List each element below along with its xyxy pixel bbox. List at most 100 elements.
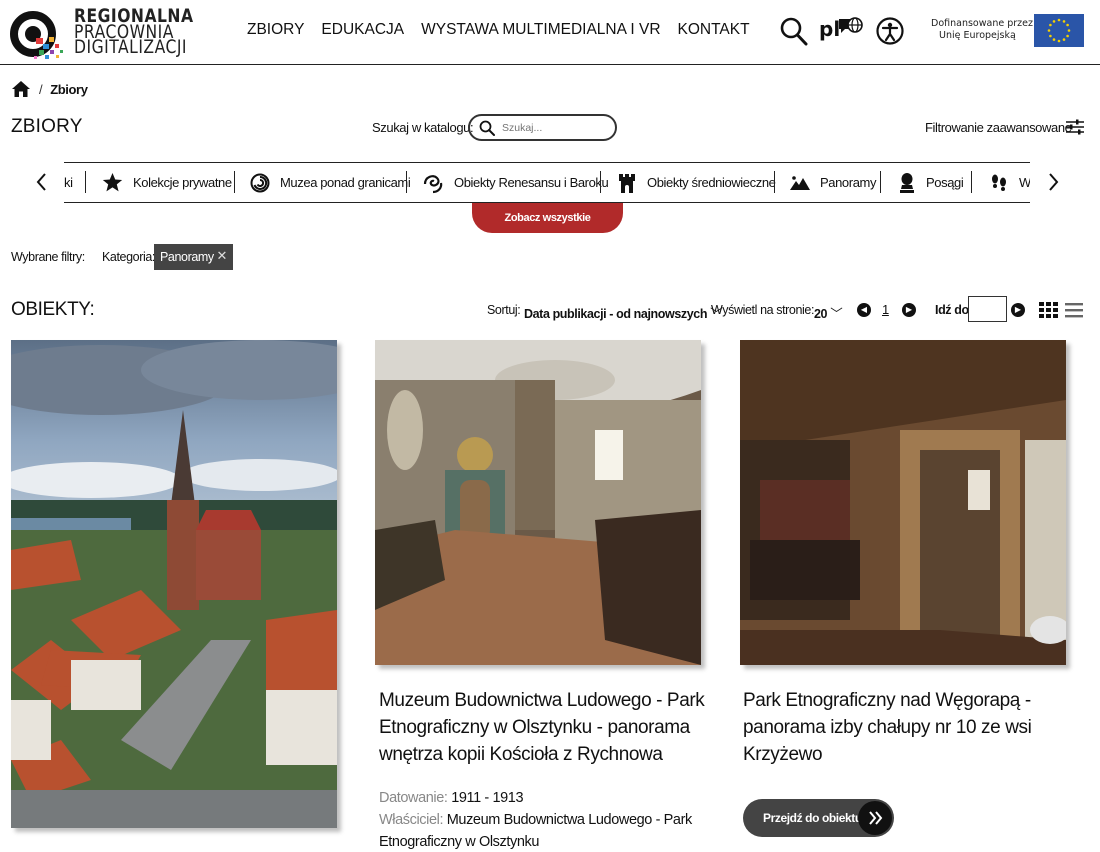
landscape-icon — [790, 175, 810, 190]
category-divider — [85, 171, 86, 193]
goto-label: Idź do — [935, 303, 969, 317]
goto-page-input[interactable] — [968, 296, 1007, 322]
meta-dating-value: 1911 - 1913 — [451, 790, 524, 806]
meta-dating: Datowanie: 1911 - 1913 — [379, 787, 709, 809]
breadcrumb: / Zbiory — [11, 80, 88, 98]
footprints-icon — [992, 174, 1006, 191]
selected-filters-label: Wybrane filtry: — [11, 250, 85, 264]
go-to-object-label: Przejdź do obiektu — [763, 811, 862, 825]
nav-item-zbiory[interactable]: ZBIORY — [247, 21, 304, 39]
carousel-prev-icon[interactable] — [32, 170, 52, 194]
category-item-sredniowieczne[interactable]: Obiekty średniowieczne — [617, 163, 776, 202]
card-title[interactable]: Muzeum Budownictwa Ludowego - Park Etnog… — [379, 687, 709, 768]
per-page-select[interactable]: 20 ﹀ — [814, 303, 843, 322]
spiral-icon — [250, 173, 270, 192]
main-nav: ZBIORY EDUKACJA WYSTAWA MULTIMEDIALNA I … — [247, 21, 750, 39]
current-page[interactable]: 1 — [882, 302, 889, 317]
globe-chat-icon[interactable] — [837, 15, 863, 41]
site-logo[interactable]: REGIONALNA PRACOWNIA DIGITALIZACJI — [10, 7, 193, 60]
filter-chip-label: Panoramy — [160, 250, 214, 264]
swirl-icon — [423, 174, 443, 193]
category-label: Posągi — [926, 175, 964, 190]
card-title[interactable]: Park Etnograficzny nad Węgorapą - panora… — [743, 687, 1033, 768]
category-item-posagi[interactable]: Posągi — [898, 163, 964, 202]
next-page-icon[interactable]: ▶ — [902, 303, 916, 317]
site-header: REGIONALNA PRACOWNIA DIGITALIZACJI ZBIOR… — [0, 0, 1100, 65]
hut-interior-image — [740, 340, 1066, 665]
search-icon[interactable] — [780, 16, 808, 46]
category-divider — [774, 171, 775, 193]
category-label: Obiekty Renesansu i Baroku — [454, 175, 609, 190]
category-divider — [406, 171, 407, 193]
meta-dating-label: Datowanie: — [379, 790, 448, 806]
card-meta: Datowanie: 1911 - 1913 Właściciel: Muzeu… — [379, 787, 709, 852]
filter-category-label: Kategoria: — [102, 250, 155, 264]
catalog-search[interactable] — [468, 114, 617, 141]
nav-item-kontakt[interactable]: KONTAKT — [678, 21, 750, 39]
remove-filter-icon[interactable]: ✕ — [217, 248, 228, 264]
see-all-button[interactable]: Zobacz wszystkie — [472, 203, 623, 233]
category-label: Panoramy — [820, 175, 877, 190]
per-page-label: Wyświetl na stronie: — [711, 303, 815, 317]
object-image-church-interior[interactable] — [375, 340, 701, 665]
logo-text: REGIONALNA PRACOWNIA DIGITALIZACJI — [74, 7, 194, 58]
goto-page-icon[interactable]: ▶ — [1011, 303, 1025, 317]
prev-page-icon[interactable]: ◀ — [857, 303, 871, 317]
per-page-value: 20 — [814, 307, 828, 321]
search-label: Szukaj w katalogu: — [372, 120, 474, 135]
meta-owner: Właściciel: Muzeum Budownictwa Ludowego … — [379, 809, 709, 852]
page-title: ZBIORY — [11, 116, 83, 137]
category-item-partial-left[interactable]: ki — [64, 163, 73, 202]
object-image-town[interactable] — [11, 340, 337, 828]
list-view-icon[interactable] — [1065, 302, 1083, 318]
category-item-renesans-barok[interactable]: Obiekty Renesansu i Baroku — [422, 163, 609, 202]
object-image-hut-interior[interactable] — [740, 340, 1066, 665]
church-interior-image — [375, 340, 701, 665]
category-carousel: ki Kolekcje prywatne Muzea ponad granica… — [64, 162, 1030, 203]
category-divider — [600, 171, 601, 193]
go-to-object-button[interactable]: Przejdź do obiektu — [743, 799, 894, 837]
breadcrumb-current[interactable]: Zbiory — [50, 82, 88, 97]
category-label: Muzea ponad granicami — [280, 175, 411, 190]
eu-line-1: Dofinansowane przez — [931, 18, 1033, 29]
category-label: Wi — [1019, 175, 1030, 190]
advanced-filter-link[interactable]: Filtrowanie zaawansowane — [925, 120, 1072, 135]
filter-chip: Panoramy ✕ — [154, 244, 233, 270]
category-item-kolekcje-prywatne[interactable]: Kolekcje prywatne — [102, 163, 232, 202]
category-item-muzea-ponad-granicami[interactable]: Muzea ponad granicami — [250, 163, 411, 202]
search-icon[interactable] — [479, 120, 495, 136]
eu-flag-icon — [1034, 14, 1084, 47]
sort-value: Data publikacji - od najnowszych — [524, 307, 708, 321]
double-chevron-right-icon — [858, 801, 892, 835]
category-item-partial-right[interactable]: Wi — [989, 163, 1030, 202]
bust-icon — [900, 172, 914, 193]
category-divider — [971, 171, 972, 193]
meta-owner-label: Właściciel: — [379, 812, 444, 828]
sort-select[interactable]: Data publikacji - od najnowszych ﹀ — [524, 303, 723, 322]
carousel-next-icon[interactable] — [1043, 170, 1063, 194]
sort-label: Sortuj: — [487, 303, 521, 317]
star-icon — [102, 173, 123, 192]
category-divider — [880, 171, 881, 193]
nav-item-edukacja[interactable]: EDUKACJA — [321, 21, 404, 39]
category-label: ki — [64, 175, 73, 190]
town-panorama-image — [11, 340, 337, 828]
category-divider — [234, 171, 235, 193]
castle-tower-icon — [619, 173, 635, 193]
logo-line-3: DIGITALIZACJI — [74, 36, 188, 58]
breadcrumb-separator: / — [39, 81, 43, 97]
search-input[interactable] — [502, 119, 607, 136]
home-icon[interactable] — [11, 80, 31, 98]
chevron-down-icon: ﹀ — [830, 307, 843, 321]
grid-view-icon[interactable] — [1039, 302, 1058, 318]
header-tools: pl — [780, 15, 910, 47]
category-item-panoramy[interactable]: Panoramy — [790, 163, 876, 202]
accessibility-icon[interactable] — [876, 17, 904, 45]
eu-funding-text: Dofinansowane przez Unię Europejską — [931, 18, 1033, 42]
nav-item-wystawa[interactable]: WYSTAWA MULTIMEDIALNA I VR — [421, 21, 660, 39]
objects-title: OBIEKTY: — [11, 299, 95, 320]
category-label: Obiekty średniowieczne — [647, 175, 776, 190]
sliders-icon[interactable] — [1066, 119, 1084, 135]
category-label: Kolekcje prywatne — [133, 175, 232, 190]
logo-mark-icon — [10, 11, 63, 59]
